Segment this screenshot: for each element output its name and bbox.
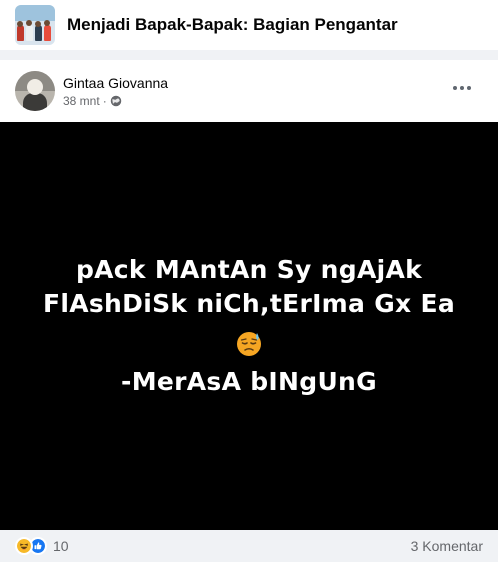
comment-count-link[interactable]: 3 Komentar bbox=[411, 538, 483, 554]
group-header: Menjadi Bapak-Bapak: Bagian Pengantar bbox=[0, 0, 498, 50]
globe-icon bbox=[110, 95, 121, 106]
downcast-face-with-sweat-icon bbox=[237, 332, 261, 356]
section-divider bbox=[0, 50, 498, 60]
post-footer: 10 3 Komentar bbox=[0, 530, 498, 562]
image-text-line-2: FlAshDiSk niCh,tErIma Gx Ea bbox=[42, 289, 456, 318]
post-image[interactable]: pAck MAntAn Sy ngAjAk FlAshDiSk niCh,tEr… bbox=[0, 122, 498, 530]
avatar[interactable] bbox=[15, 71, 55, 111]
post-time[interactable]: 38 mnt bbox=[63, 94, 100, 108]
more-options-button[interactable] bbox=[448, 77, 476, 99]
group-thumbnail[interactable] bbox=[15, 5, 55, 45]
meta-separator: · bbox=[102, 93, 107, 108]
more-horizontal-icon bbox=[453, 86, 457, 90]
haha-icon bbox=[15, 537, 33, 555]
image-text-line-3: -MerAsA bINgUnG bbox=[121, 367, 377, 396]
group-title[interactable]: Menjadi Bapak-Bapak: Bagian Pengantar bbox=[67, 15, 398, 35]
post-meta: 38 mnt · bbox=[63, 94, 168, 108]
image-text-line-1: pAck MAntAn Sy ngAjAk bbox=[75, 255, 423, 284]
author-block: Gintaa Giovanna 38 mnt · bbox=[63, 75, 168, 108]
reaction-summary[interactable]: 10 bbox=[15, 537, 69, 555]
reaction-count: 10 bbox=[53, 538, 69, 554]
post-card: Gintaa Giovanna 38 mnt · pAck MAntAn Sy … bbox=[0, 60, 498, 555]
author-name[interactable]: Gintaa Giovanna bbox=[63, 75, 168, 91]
post-header: Gintaa Giovanna 38 mnt · bbox=[0, 60, 498, 122]
